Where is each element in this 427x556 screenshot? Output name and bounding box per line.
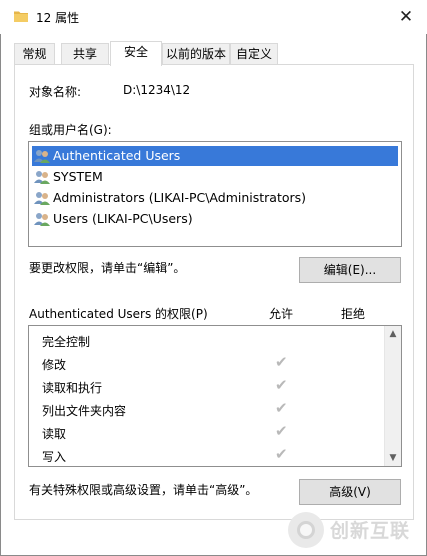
user-row-administrators[interactable]: Administrators (LIKAI-PC\Administrators)	[32, 188, 398, 208]
permission-row-full-control: 完全控制	[29, 329, 385, 352]
permission-row-read: 读取 ✔	[29, 421, 385, 444]
permissions-list[interactable]: 完全控制 修改 ✔ 读取和执行 ✔ 列出文件夹内容 ✔ 读取 ✔ 写入 ✔ ▲ …	[28, 325, 402, 467]
edit-button[interactable]: 编辑(E)...	[299, 257, 401, 283]
permission-name: 读取	[42, 427, 67, 441]
users-group-icon	[34, 192, 50, 205]
folder-icon	[14, 11, 28, 22]
allow-check-icon: ✔	[275, 422, 288, 440]
user-name: Administrators (LIKAI-PC\Administrators)	[53, 190, 307, 205]
advanced-button[interactable]: 高级(V)	[299, 479, 401, 505]
permission-row-read-execute: 读取和执行 ✔	[29, 375, 385, 398]
watermark-logo-icon	[288, 512, 324, 548]
groups-label: 组或用户名(G):	[29, 123, 112, 137]
tab-previous-versions[interactable]: 以前的版本	[162, 43, 230, 64]
users-group-icon	[34, 213, 50, 226]
tab-sharing[interactable]: 共享	[61, 43, 109, 64]
permission-name: 完全控制	[42, 335, 91, 349]
users-group-icon	[34, 171, 50, 184]
allow-check-icon: ✔	[275, 353, 288, 371]
permission-name: 写入	[42, 450, 67, 464]
object-name-label: 对象名称:	[29, 85, 82, 99]
edit-hint: 要更改权限，请单击“编辑”。	[29, 261, 186, 275]
user-row-authenticated-users[interactable]: Authenticated Users	[32, 146, 398, 166]
users-group-icon	[34, 150, 50, 163]
permission-row-list-folder: 列出文件夹内容 ✔	[29, 398, 385, 421]
permission-name: 读取和执行	[42, 381, 103, 395]
user-name: Authenticated Users	[53, 148, 181, 163]
user-row-system[interactable]: SYSTEM	[32, 167, 398, 187]
permissions-title: Authenticated Users 的权限(P)	[29, 307, 208, 321]
watermark-text: 创新互联	[330, 520, 411, 542]
permission-name: 列出文件夹内容	[42, 404, 127, 418]
tab-security[interactable]: 安全	[110, 41, 162, 66]
allow-check-icon: ✔	[275, 445, 288, 463]
users-list[interactable]: Authenticated Users SYSTEM Administrator…	[28, 141, 402, 247]
advanced-hint: 有关特殊权限或高级设置，请单击“高级”。	[29, 483, 258, 497]
deny-header: 拒绝	[341, 307, 366, 321]
scroll-down-icon[interactable]: ▼	[385, 450, 401, 466]
close-button[interactable]: ✕	[395, 6, 417, 28]
tab-customize[interactable]: 自定义	[230, 43, 278, 64]
object-name-value: D:\1234\12	[123, 83, 191, 97]
user-row-users[interactable]: Users (LIKAI-PC\Users)	[32, 209, 398, 229]
watermark: 创新互联	[288, 510, 423, 548]
security-panel: 对象名称: D:\1234\12 组或用户名(G): Authenticated…	[14, 64, 414, 520]
allow-check-icon: ✔	[275, 399, 288, 417]
window-title: 12 属性	[36, 11, 80, 25]
permissions-scrollbar[interactable]: ▲ ▼	[384, 326, 401, 466]
permission-row-write: 写入 ✔	[29, 444, 385, 467]
scroll-up-icon[interactable]: ▲	[385, 326, 401, 342]
user-name: SYSTEM	[53, 169, 103, 184]
permission-row-modify: 修改 ✔	[29, 352, 385, 375]
title-bar: 12 属性 ✕	[0, 0, 427, 34]
user-name: Users (LIKAI-PC\Users)	[53, 211, 193, 226]
allow-header: 允许	[269, 307, 294, 321]
allow-check-icon: ✔	[275, 376, 288, 394]
permission-name: 修改	[42, 358, 67, 372]
tab-general[interactable]: 常规	[14, 43, 55, 64]
